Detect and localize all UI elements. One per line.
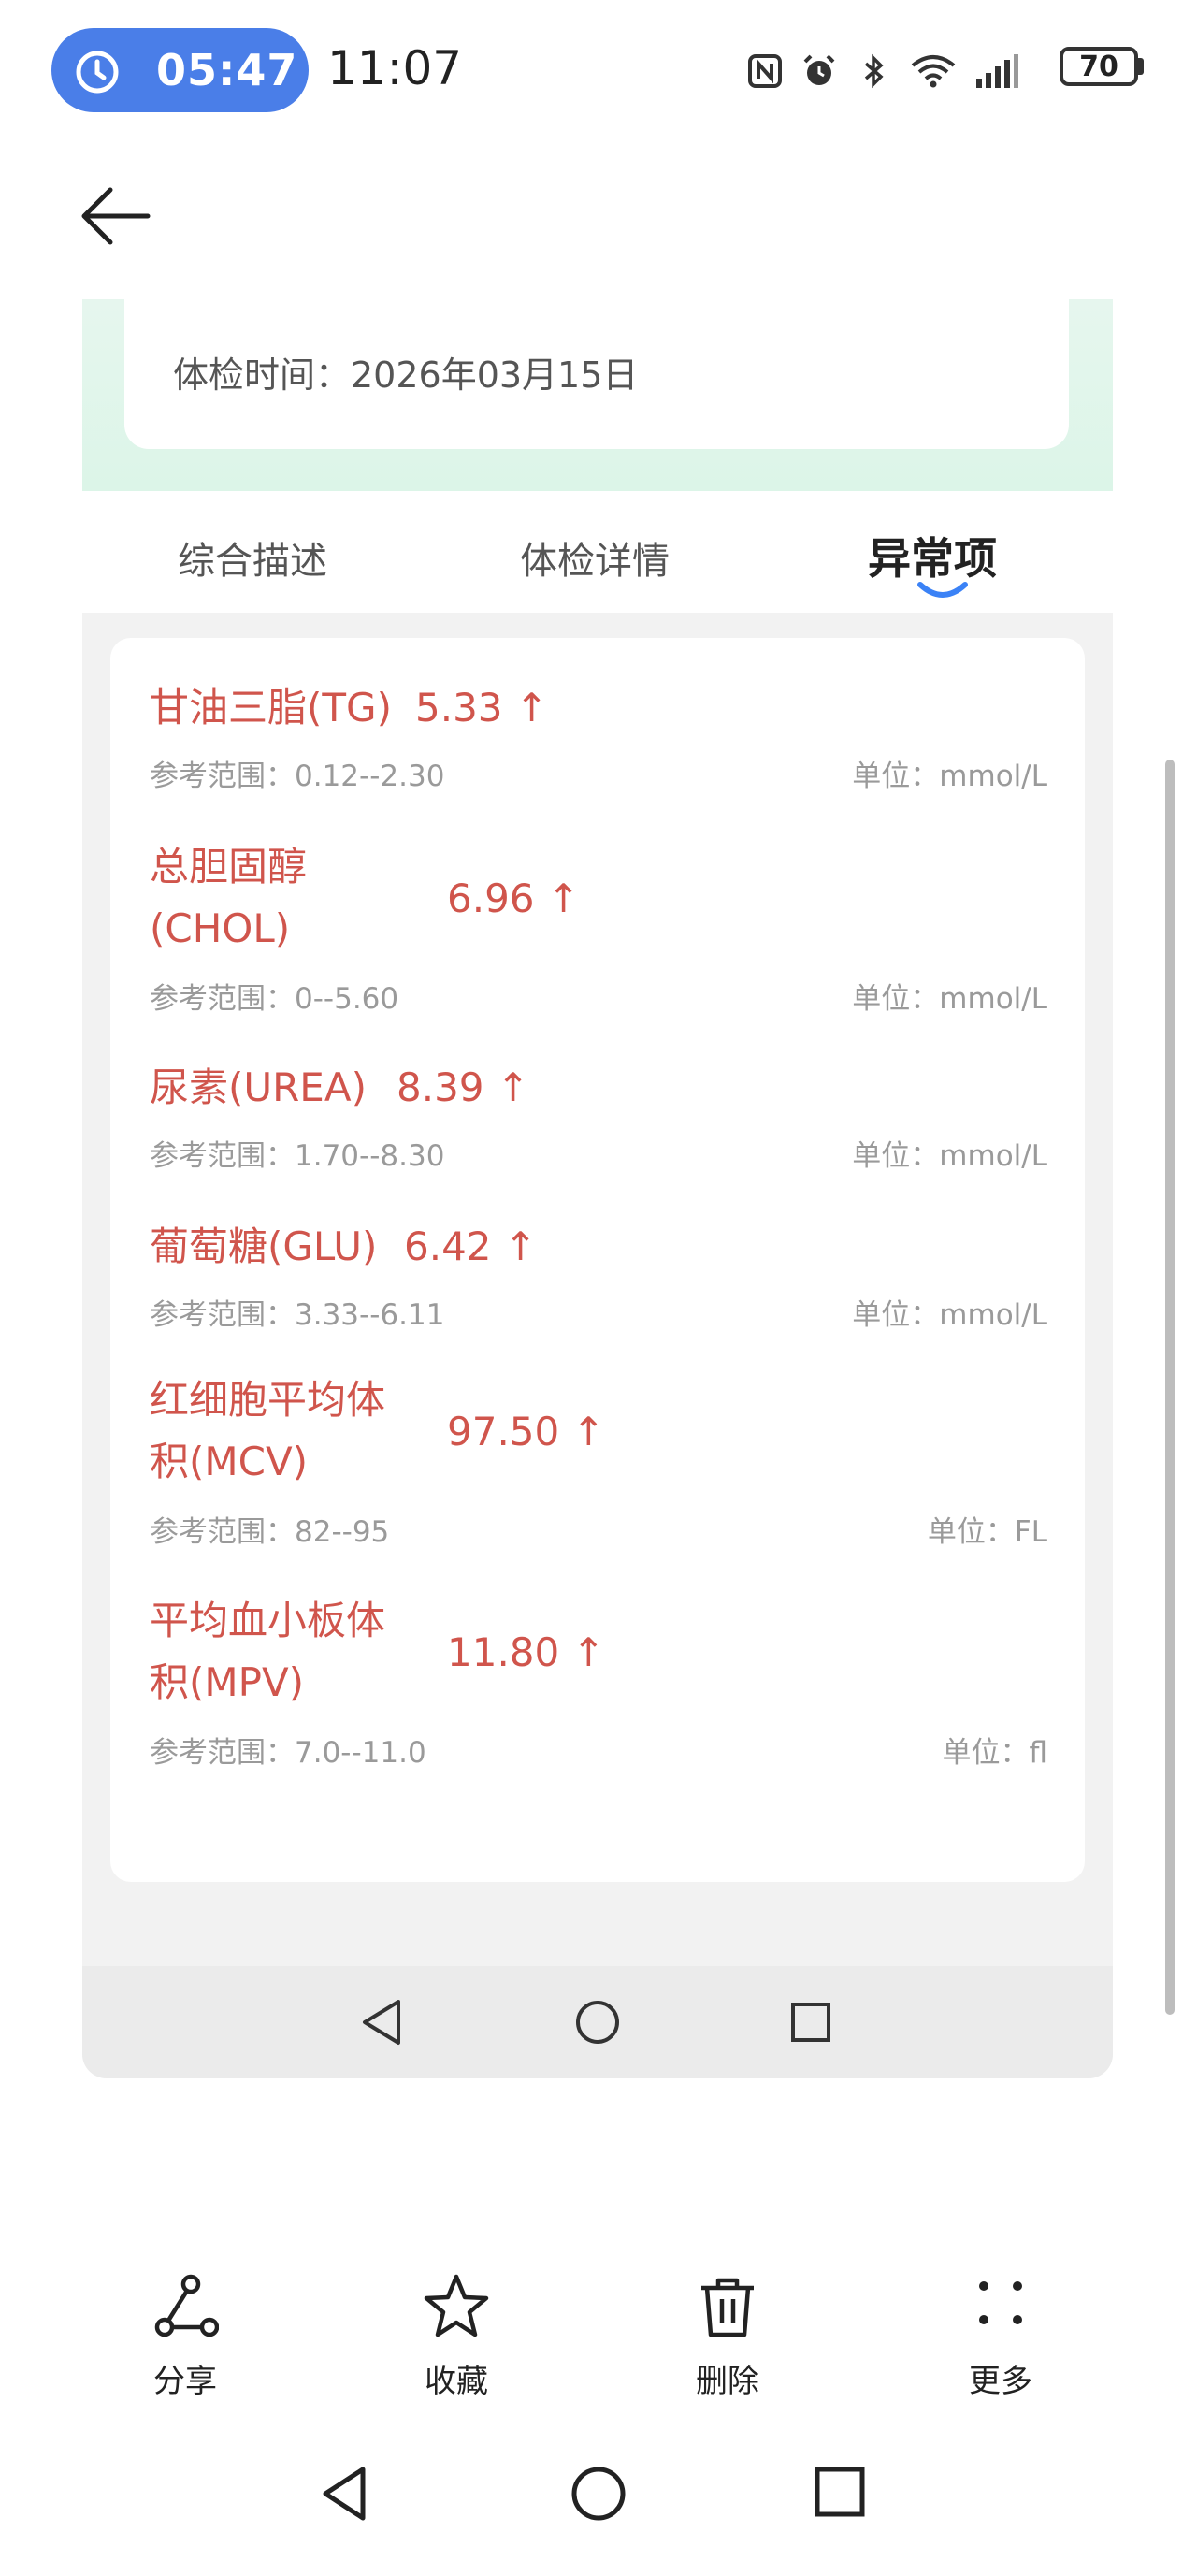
battery-indicator: 70 <box>1060 47 1138 86</box>
favorite-label: 收藏 <box>425 2363 488 2400</box>
list-item[interactable]: 尿素(UREA) 8.39 ↑ 参考范围：1.70--8.30 单位：mmol/… <box>150 1057 1047 1173</box>
item-reference-range: 参考范围：82--95 <box>150 1515 390 1549</box>
delete-label: 删除 <box>696 2363 759 2400</box>
item-value: 5.33 ↑ <box>415 685 549 731</box>
timer-pill[interactable]: 05:47 <box>51 28 309 112</box>
share-label: 分享 <box>153 2363 217 2400</box>
bluetooth-icon <box>864 53 884 89</box>
item-unit: 单位：mmol/L <box>852 760 1047 793</box>
stopwatch-icon <box>76 51 119 94</box>
list-item[interactable]: 甘油三脂(TG) 5.33 ↑ 参考范围：0.12--2.30 单位：mmol/… <box>150 677 1047 793</box>
tab-exam-details[interactable]: 体检详情 <box>520 530 670 585</box>
item-name: 尿素(UREA) <box>150 1064 367 1110</box>
share-button[interactable]: 分享 <box>110 2273 260 2423</box>
system-navigation-bar <box>0 2441 1197 2576</box>
bottom-toolbar: 分享 收藏 删除 更多 <box>0 2273 1197 2423</box>
clock: 11:07 <box>327 41 463 95</box>
item-name: 葡萄糖(GLU) <box>150 1223 378 1269</box>
item-unit: 单位：FL <box>927 1515 1047 1549</box>
preview-navigation-bar <box>82 1966 1113 2078</box>
item-unit: 单位：mmol/L <box>852 1139 1047 1173</box>
screenshot-preview: 体检时间：2026年03月15日 综合描述 体检详情 异常项 甘油三脂(TG) … <box>82 299 1113 2078</box>
item-name-line2: 积(MCV) <box>150 1439 309 1484</box>
recents-square-icon[interactable] <box>806 2460 873 2527</box>
share-icon <box>154 2274 219 2337</box>
scrollbar[interactable] <box>1165 760 1175 2015</box>
star-icon <box>424 2274 489 2337</box>
delete-button[interactable]: 删除 <box>653 2273 802 2423</box>
wifi-icon <box>911 55 956 88</box>
item-reference-range: 参考范围：3.33--6.11 <box>150 1298 445 1332</box>
status-bar: 05:47 11:07 70 <box>0 0 1197 140</box>
item-reference-range: 参考范围：0--5.60 <box>150 982 399 1016</box>
status-icons <box>746 45 1019 97</box>
tab-bar: 综合描述 体检详情 异常项 <box>82 491 1113 613</box>
list-item[interactable]: 葡萄糖(GLU) 6.42 ↑ 参考范围：3.33--6.11 单位：mmol/… <box>150 1216 1047 1332</box>
preview-recents-square-icon <box>791 2003 830 2042</box>
item-reference-range: 参考范围：7.0--11.0 <box>150 1736 426 1770</box>
item-value: 11.80 ↑ <box>447 1629 605 1675</box>
home-circle-icon[interactable] <box>563 2460 634 2531</box>
nfc-icon <box>748 54 782 88</box>
item-value: 6.96 ↑ <box>447 876 581 921</box>
timer-text: 05:47 <box>156 45 298 95</box>
tab-summary[interactable]: 综合描述 <box>178 530 327 585</box>
more-dots-icon <box>979 2281 1022 2324</box>
item-value: 8.39 ↑ <box>397 1064 530 1110</box>
item-value: 6.42 ↑ <box>404 1223 538 1269</box>
list-item[interactable]: 红细胞平均体 积(MCV) 97.50 ↑ 参考范围：82--95 单位：FL <box>150 1369 1047 1549</box>
preview-home-circle-icon <box>576 2001 619 2044</box>
exam-time: 体检时间：2026年03月15日 <box>173 355 639 396</box>
trash-icon <box>701 2278 754 2337</box>
preview-back-triangle-icon <box>363 2000 400 2045</box>
item-reference-range: 参考范围：0.12--2.30 <box>150 760 445 793</box>
active-tab-indicator <box>917 582 968 598</box>
item-name: 红细胞平均体 <box>150 1377 386 1423</box>
abnormal-items-list: 甘油三脂(TG) 5.33 ↑ 参考范围：0.12--2.30 单位：mmol/… <box>110 638 1085 1882</box>
list-item[interactable]: 平均血小板体 积(MPV) 11.80 ↑ 参考范围：7.0--11.0 单位：… <box>150 1590 1047 1770</box>
item-name: 平均血小板体 <box>150 1598 386 1643</box>
favorite-button[interactable]: 收藏 <box>382 2273 531 2423</box>
item-name: 甘油三脂(TG) <box>150 685 392 731</box>
item-name-line2: (CHOL) <box>150 905 291 951</box>
item-value: 97.50 ↑ <box>447 1409 605 1454</box>
item-name-line2: 积(MPV) <box>150 1659 305 1705</box>
more-button[interactable]: 更多 <box>926 2273 1075 2423</box>
item-unit: 单位：mmol/L <box>852 982 1047 1016</box>
item-name: 总胆固醇 <box>150 844 308 890</box>
more-label: 更多 <box>969 2363 1032 2400</box>
alarm-icon <box>803 54 835 85</box>
battery-tip <box>1138 58 1144 75</box>
item-unit: 单位：fl <box>942 1736 1047 1770</box>
back-triangle-icon[interactable] <box>310 2460 378 2527</box>
item-reference-range: 参考范围：1.70--8.30 <box>150 1139 445 1173</box>
signal-icon <box>976 54 1018 88</box>
back-arrow-icon[interactable] <box>73 174 157 258</box>
report-info-card: 体检时间：2026年03月15日 <box>124 299 1069 449</box>
list-item[interactable]: 总胆固醇 (CHOL) 6.96 ↑ 参考范围：0--5.60 单位：mmol/… <box>150 836 1047 1016</box>
item-unit: 单位：mmol/L <box>852 1298 1047 1332</box>
